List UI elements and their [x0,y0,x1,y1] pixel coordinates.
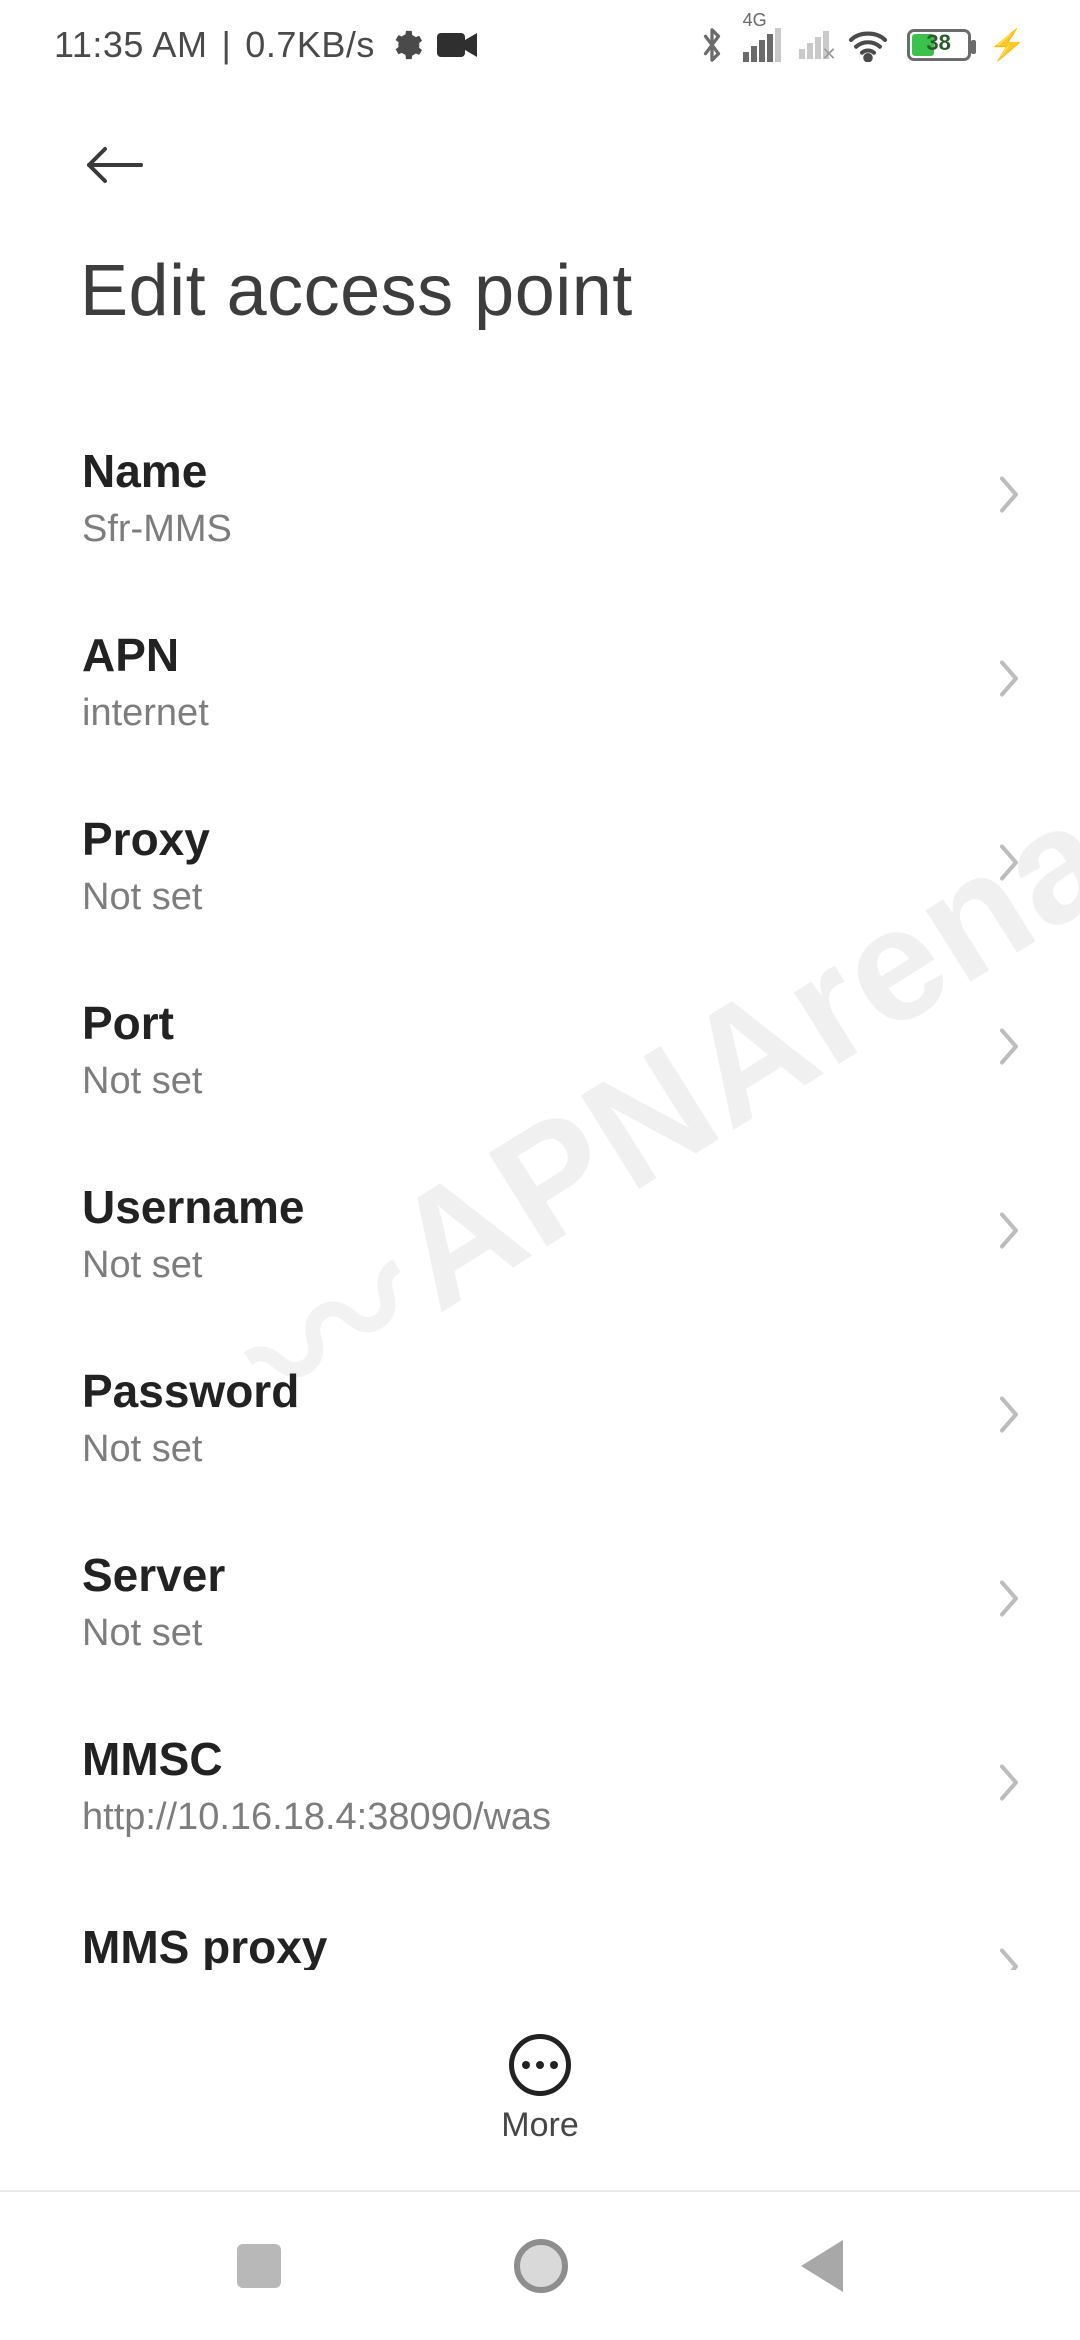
setting-label: Proxy [82,812,970,866]
setting-value: Sfr-MMS [82,508,970,551]
setting-row-server[interactable]: Server Not set [0,1509,1080,1693]
charging-icon: ⚡ [989,28,1026,63]
setting-row-username[interactable]: Username Not set [0,1141,1080,1325]
setting-label: Name [82,444,970,498]
setting-value: http://10.16.18.4:38090/was [82,1796,970,1839]
gear-icon [389,28,423,62]
chevron-right-icon [996,1025,1022,1074]
cellular-4g-icon: 4G [743,28,781,62]
setting-value: internet [82,692,970,735]
settings-list: Name Sfr-MMS APN internet Proxy Not set … [0,405,1080,1970]
setting-row-apn[interactable]: APN internet [0,589,1080,773]
setting-label: Username [82,1180,970,1234]
setting-label: APN [82,628,970,682]
camera-icon [437,31,477,59]
chevron-right-icon [996,1209,1022,1258]
chevron-right-icon [996,657,1022,706]
status-rate: 0.7KB/s [245,24,375,66]
chevron-right-icon [996,1761,1022,1810]
page-title: Edit access point [80,250,633,332]
setting-label: MMSC [82,1732,970,1786]
wifi-icon [847,28,889,62]
nav-home-button[interactable] [514,2239,568,2293]
nav-recents-button[interactable] [237,2244,281,2288]
setting-value: Not set [82,876,970,919]
nav-back-button[interactable] [801,2240,843,2292]
status-right: 4G ✕ 38 ⚡ [699,25,1026,65]
chevron-right-icon [996,1577,1022,1626]
status-time: 11:35 AM [54,24,207,66]
battery-percent: 38 [910,30,968,56]
cellular-4g-label: 4G [743,10,767,31]
bluetooth-icon [699,25,725,65]
chevron-right-icon [996,1945,1022,1971]
setting-row-port[interactable]: Port Not set [0,957,1080,1141]
setting-row-mmsc[interactable]: MMSC http://10.16.18.4:38090/was [0,1693,1080,1877]
back-button[interactable] [70,120,160,210]
cellular-nosim-icon: ✕ [799,31,829,59]
setting-label: Server [82,1548,970,1602]
setting-row-name[interactable]: Name Sfr-MMS [0,405,1080,589]
setting-value: Not set [82,1612,970,1655]
chevron-right-icon [996,1393,1022,1442]
more-icon [509,2034,571,2096]
setting-label: Port [82,996,970,1050]
setting-label: Password [82,1364,970,1418]
battery-icon: 38 [907,29,971,61]
arrow-left-icon [83,143,147,187]
setting-row-mmsproxy[interactable]: MMS proxy 10.16.18.77 [0,1877,1080,1970]
status-left: 11:35 AM | 0.7KB/s [54,24,477,66]
setting-row-password[interactable]: Password Not set [0,1325,1080,1509]
setting-label: MMS proxy [82,1920,970,1970]
chevron-right-icon [996,841,1022,890]
status-sep: | [221,24,231,66]
status-bar: 11:35 AM | 0.7KB/s 4G ✕ [0,0,1080,90]
setting-value: Not set [82,1060,970,1103]
setting-value: Not set [82,1428,970,1471]
setting-value: Not set [82,1244,970,1287]
system-navbar [0,2190,1080,2340]
chevron-right-icon [996,473,1022,522]
more-menu[interactable]: More [0,2034,1080,2145]
setting-row-proxy[interactable]: Proxy Not set [0,773,1080,957]
more-label: More [501,2106,578,2145]
